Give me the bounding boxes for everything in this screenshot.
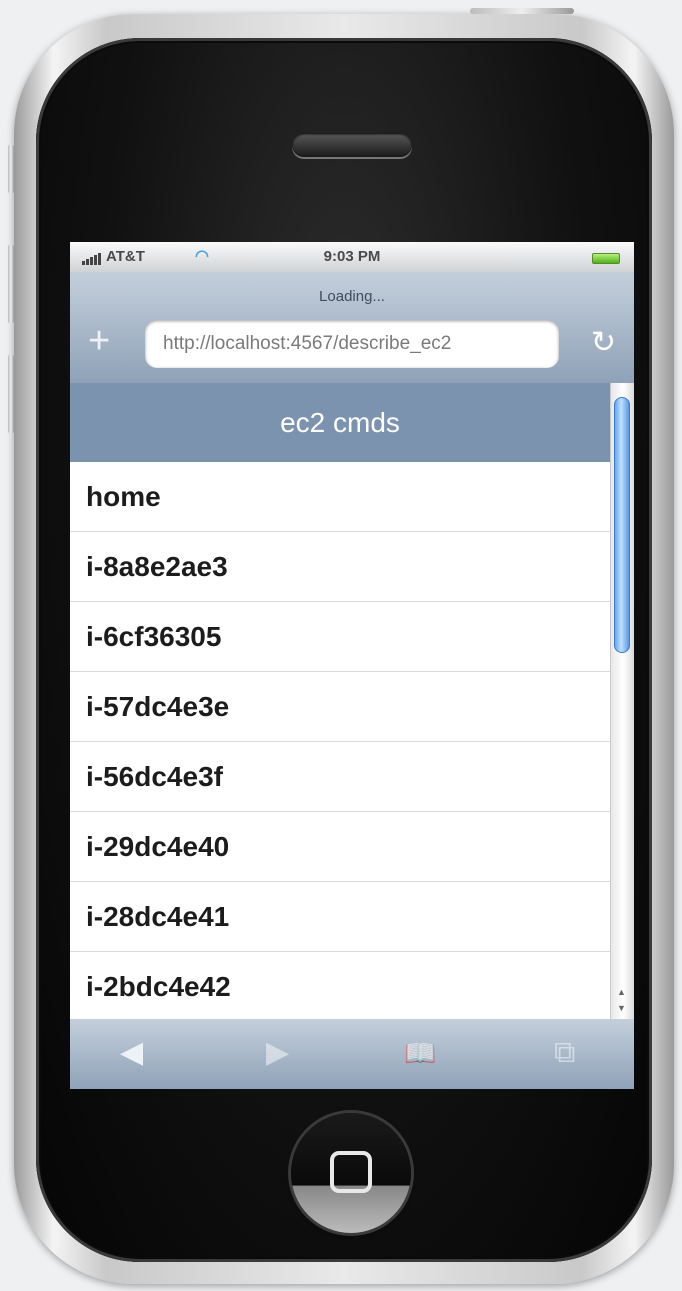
scroll-thumb[interactable] (614, 397, 630, 653)
list-item[interactable]: i-29dc4e40 (70, 812, 610, 882)
list-item-home[interactable]: home (70, 462, 610, 532)
home-square-icon (330, 1151, 372, 1193)
loading-text: Loading... (319, 288, 385, 305)
scroll-up-arrow-icon[interactable]: ▲ (617, 987, 626, 997)
back-arrow-icon[interactable]: ◀ (120, 1035, 143, 1071)
sleep-button (470, 8, 574, 14)
browser-toolbar: ◀ ▶ 📖 ⧉ (70, 1019, 634, 1089)
scrollbar[interactable]: ▲ ▼ (610, 383, 634, 1019)
add-bookmark-icon[interactable]: + (88, 321, 110, 361)
list-item[interactable]: i-6cf36305 (70, 602, 610, 672)
pages-icon[interactable]: ⧉ (554, 1035, 575, 1071)
scroll-down-arrow-icon[interactable]: ▼ (617, 1003, 626, 1013)
battery-icon (592, 253, 620, 264)
forward-arrow-icon[interactable]: ▶ (266, 1035, 289, 1071)
list-item[interactable]: i-57dc4e3e (70, 672, 610, 742)
mute-switch (8, 144, 14, 194)
list-item[interactable]: i-8a8e2ae3 (70, 532, 610, 602)
earpiece-speaker (292, 133, 412, 157)
volume-up-button (8, 244, 14, 324)
home-button[interactable] (291, 1113, 411, 1233)
url-field[interactable]: http://localhost:4567/describe_ec2 (145, 320, 559, 368)
list-item[interactable]: i-2bdc4e42 (70, 952, 610, 1022)
instance-list: home i-8a8e2ae3 i-6cf36305 i-57dc4e3e i-… (70, 462, 610, 1022)
browser-address-bar: Loading... + http://localhost:4567/descr… (70, 272, 634, 383)
page-title: ec2 cmds (70, 383, 610, 462)
volume-down-button (8, 354, 14, 434)
phone-screen: AT&T ◠ 9:03 PM Loading... + http://local… (70, 242, 634, 1089)
reload-icon[interactable]: ↻ (591, 323, 616, 363)
status-time: 9:03 PM (323, 248, 381, 265)
status-bar: AT&T ◠ 9:03 PM (70, 242, 634, 272)
list-item[interactable]: i-28dc4e41 (70, 882, 610, 952)
list-item[interactable]: i-56dc4e3f (70, 742, 610, 812)
bookmarks-icon[interactable]: 📖 (404, 1035, 436, 1071)
